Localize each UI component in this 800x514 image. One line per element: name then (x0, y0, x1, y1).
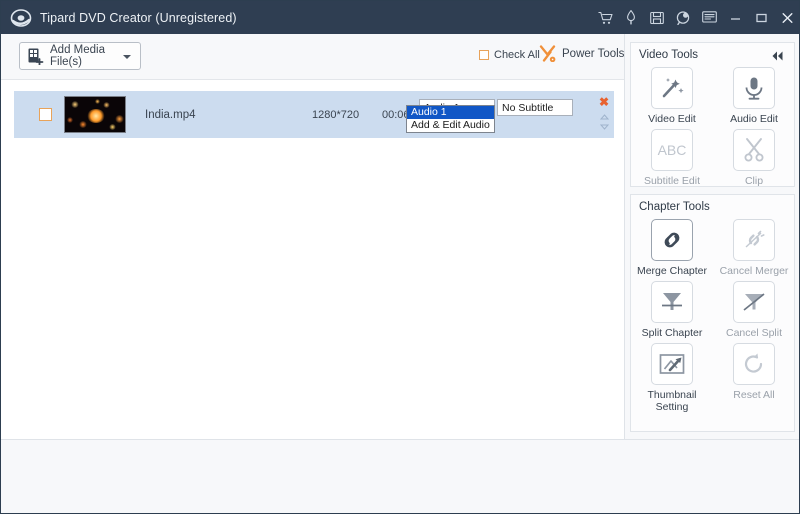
table-row[interactable]: India.mp4 1280*720 00:06:11 Audio 1 No S… (14, 91, 614, 138)
tool-label: Split Chapter (641, 327, 703, 339)
dropdown-option-audio-1[interactable]: Audio 1 (407, 106, 494, 119)
broken-chain-icon (733, 219, 775, 261)
thumbnail-arrow-icon (651, 343, 693, 385)
video-thumbnail (64, 96, 126, 133)
chevron-down-icon[interactable] (123, 55, 131, 59)
tool-label: Cancel Split (725, 327, 783, 339)
dropdown-option-add-edit-audio[interactable]: Add & Edit Audio (407, 119, 494, 132)
microphone-icon (733, 67, 775, 109)
power-tools-icon (539, 45, 556, 63)
cart-icon[interactable] (597, 10, 613, 26)
cancel-split-icon (733, 281, 775, 323)
tipard-disc-logo (10, 7, 32, 29)
add-media-files-button[interactable]: Add Media File(s) (19, 42, 141, 70)
tool-label: Merge Chapter (636, 265, 708, 277)
reset-circular-arrow-icon (733, 343, 775, 385)
tools-side-panel: Video Tools Video Edit Audio Edit ABC Su… (624, 34, 799, 441)
close-icon[interactable] (779, 10, 795, 26)
chapter-tools-grid: Merge Chapter Cancel Merger Split Chapte… (631, 219, 796, 417)
tool-merge-chapter[interactable]: Merge Chapter (631, 219, 713, 277)
title-bar: Tipard DVD Creator (Unregistered) (1, 1, 799, 34)
chapter-tools-title: Chapter Tools (639, 201, 710, 213)
video-tools-grid: Video Edit Audio Edit ABC Subtitle Edit … (631, 67, 796, 191)
chain-link-icon (651, 219, 693, 261)
up-down-arrows-icon[interactable] (599, 113, 610, 136)
power-tools-label: Power Tools (562, 47, 625, 60)
tool-cancel-split[interactable]: Cancel Split (713, 281, 795, 339)
key-icon[interactable] (623, 10, 639, 26)
remove-file-icon[interactable]: ✖ (599, 96, 609, 108)
file-resolution: 1280*720 (312, 108, 360, 121)
media-list: India.mp4 1280*720 00:06:11 Audio 1 No S… (1, 80, 626, 441)
collapse-panel-icon[interactable] (771, 49, 785, 61)
tool-subtitle-edit[interactable]: ABC Subtitle Edit (631, 129, 713, 187)
app-window: Tipard DVD Creator (Unregistered) Add Me… (0, 0, 800, 514)
magic-wand-icon (651, 67, 693, 109)
main-toolbar: Add Media File(s) Check All Power Tools (1, 34, 626, 80)
tool-label: Subtitle Edit (643, 175, 701, 187)
power-tools-button[interactable]: Power Tools (539, 45, 625, 63)
check-all-toggle[interactable]: Check All (479, 49, 540, 61)
subtitle-value: No Subtitle (502, 101, 554, 114)
abc-text-icon: ABC (651, 129, 693, 171)
tool-cancel-merger[interactable]: Cancel Merger (713, 219, 795, 277)
window-controls (597, 1, 795, 34)
tool-label: Cancel Merger (719, 265, 789, 277)
add-file-icon (28, 48, 44, 66)
audio-track-dropdown[interactable]: Audio 1 Add & Edit Audio (406, 105, 495, 133)
tool-label: Reset All (733, 389, 775, 401)
video-tools-title: Video Tools (639, 49, 699, 61)
tool-split-chapter[interactable]: Split Chapter (631, 281, 713, 339)
tool-thumbnail-setting[interactable]: Thumbnail Setting (631, 343, 713, 413)
video-tools-section: Video Tools Video Edit Audio Edit ABC Su… (630, 42, 795, 187)
tool-audio-edit[interactable]: Audio Edit (713, 67, 795, 125)
tool-video-edit[interactable]: Video Edit (631, 67, 713, 125)
feedback-icon[interactable] (701, 10, 717, 26)
check-all-label: Check All (494, 49, 540, 61)
save-icon[interactable] (649, 10, 665, 26)
maximize-icon[interactable] (753, 10, 769, 26)
subtitle-select[interactable]: No Subtitle (497, 99, 573, 116)
split-funnel-icon (651, 281, 693, 323)
help-icon[interactable] (675, 10, 691, 26)
minimize-icon[interactable] (727, 10, 743, 26)
scissors-icon (733, 129, 775, 171)
check-all-checkbox[interactable] (479, 50, 489, 60)
tool-label: Audio Edit (730, 113, 778, 125)
bottom-settings-bar: Disc Type DVD-5 (4.7G) Aspect Ratio: 16:… (1, 439, 799, 513)
tool-label: Thumbnail Setting (647, 389, 697, 413)
window-title: Tipard DVD Creator (Unregistered) (40, 10, 237, 25)
tool-label: Clip (744, 175, 764, 187)
file-name: India.mp4 (145, 108, 196, 121)
tool-reset-all[interactable]: Reset All (713, 343, 795, 413)
svg-text:ABC: ABC (658, 142, 687, 158)
chapter-tools-section: Chapter Tools Merge Chapter Cancel Merge… (630, 194, 795, 432)
tool-label: Video Edit (648, 113, 696, 125)
row-checkbox[interactable] (39, 108, 52, 121)
tool-clip[interactable]: Clip (713, 129, 795, 187)
